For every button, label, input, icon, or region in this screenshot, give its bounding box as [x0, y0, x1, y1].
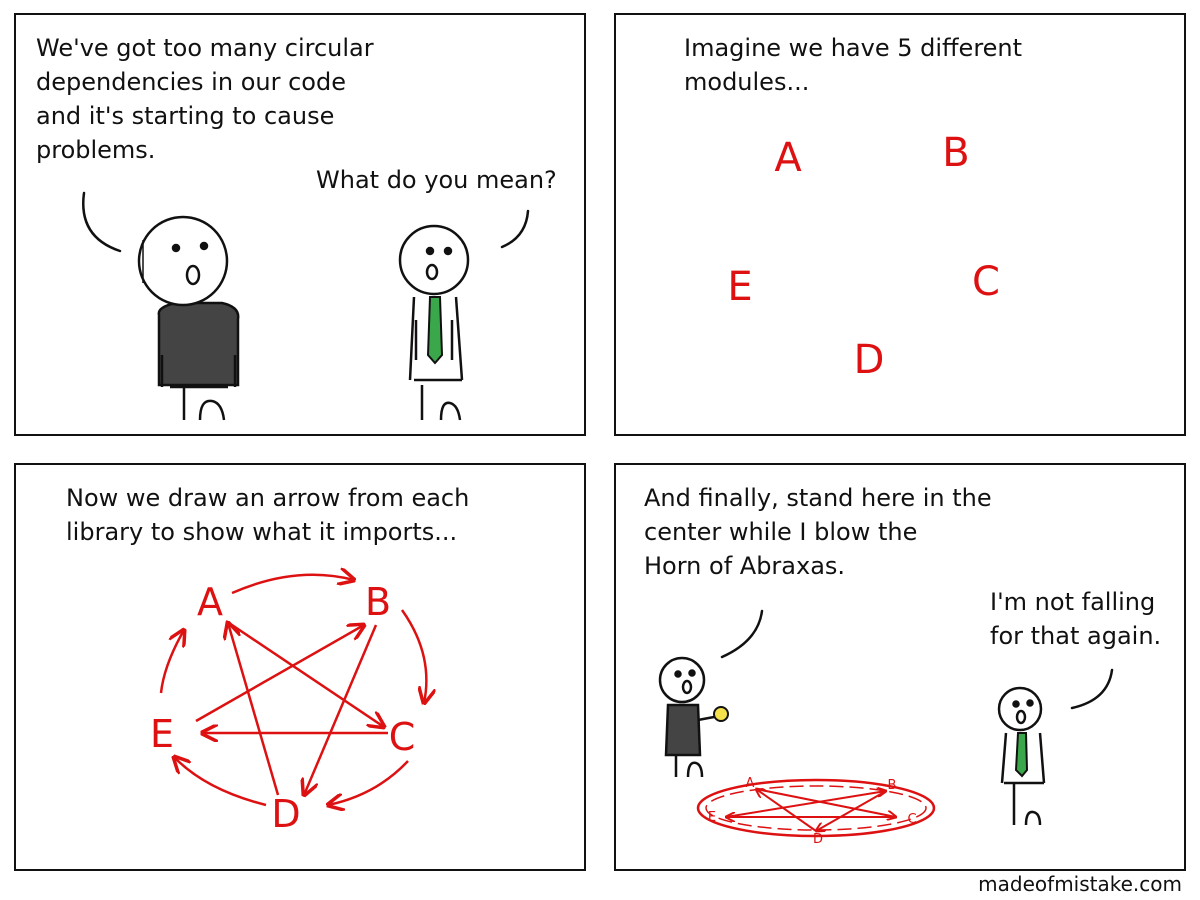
- module-a: A: [774, 135, 802, 181]
- character-explainer: [658, 656, 729, 778]
- arrow-e-to-b: [195, 625, 364, 723]
- speech-tail: [82, 191, 122, 253]
- summoning-circle: A B C D E: [696, 776, 936, 847]
- module-b: B: [365, 580, 391, 624]
- arrow-c-to-d: [328, 760, 409, 805]
- panel-4-art: A B C D E: [658, 609, 1114, 847]
- arrow-b-to-d: [304, 624, 378, 795]
- arrow-d-to-a: [228, 623, 280, 796]
- panel-2: Imagine we have 5 different modules... A…: [614, 13, 1186, 436]
- arrow-d-to-e: [174, 757, 267, 807]
- panel-1-art: [82, 191, 530, 421]
- module-a: A: [197, 580, 223, 624]
- module-c: C: [972, 259, 1000, 305]
- module-layout: A B C D E: [727, 130, 1000, 383]
- speech-tail: [1070, 668, 1114, 710]
- module-d: D: [813, 832, 823, 847]
- module-b: B: [888, 778, 897, 793]
- arrow-e-to-a: [159, 630, 184, 694]
- arrow-b-to-c: [400, 609, 426, 703]
- character-listener: [398, 224, 470, 421]
- module-e: E: [708, 810, 716, 825]
- character-listener: [997, 686, 1046, 826]
- character-explainer: [137, 215, 240, 421]
- module-d: D: [271, 792, 300, 836]
- module-b: B: [942, 130, 969, 176]
- arrow-a-to-c: [225, 619, 384, 727]
- module-c: C: [907, 812, 916, 827]
- panel-3: Now we draw an arrow from each library t…: [14, 463, 586, 871]
- speech-tail: [500, 209, 530, 249]
- dependency-graph: A B C D E: [150, 465, 586, 836]
- speech-tail: [720, 609, 764, 659]
- panel-4: And finally, stand here in the center wh…: [614, 463, 1186, 871]
- horn-icon: [713, 706, 729, 722]
- arrow-a-to-b: [231, 575, 354, 595]
- module-c: C: [389, 715, 416, 759]
- panel-1: We've got too many circular dependencies…: [14, 13, 586, 436]
- module-a: A: [746, 776, 755, 791]
- module-e: E: [150, 712, 174, 756]
- credit-link[interactable]: madeofmistake.com: [978, 872, 1182, 896]
- module-d: D: [854, 337, 885, 383]
- module-e: E: [727, 264, 752, 310]
